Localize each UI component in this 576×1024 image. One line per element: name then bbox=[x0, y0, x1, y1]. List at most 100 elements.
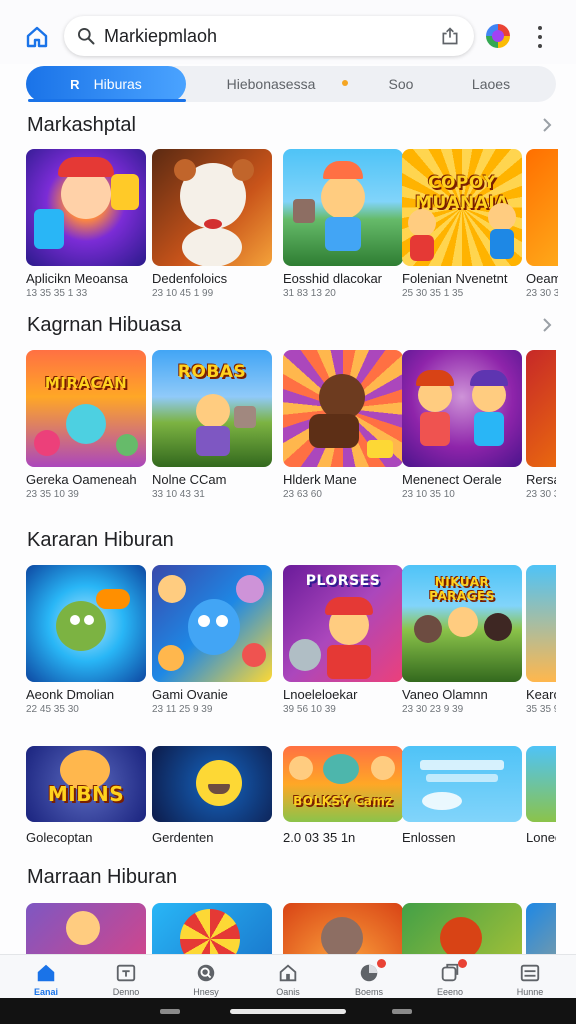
tab-label: Hiebonasessa bbox=[226, 76, 316, 92]
app-card[interactable] bbox=[402, 903, 522, 955]
search-bar[interactable]: Markiepmlaoh bbox=[64, 16, 474, 56]
more-options-button[interactable] bbox=[530, 24, 550, 50]
app-name: Gereka Oameneah bbox=[26, 472, 137, 487]
app-thumbnail bbox=[152, 565, 272, 682]
app-thumbnail bbox=[526, 746, 556, 822]
app-meta: 39 56 10 39 bbox=[283, 704, 336, 715]
app-card[interactable]: Eosshid dlacokar 31 83 13 20 bbox=[283, 149, 403, 299]
share-button[interactable] bbox=[438, 24, 462, 48]
app-card[interactable] bbox=[26, 903, 146, 955]
app-name: Lnoeleloekar bbox=[283, 687, 358, 702]
app-card[interactable]: Rersa 23 30 30 bbox=[526, 350, 556, 500]
home-gesture-pill[interactable] bbox=[230, 1009, 346, 1014]
app-card[interactable]: Hlderk Mane 23 63 60 bbox=[283, 350, 403, 500]
nav-item-menu[interactable]: Hunne bbox=[498, 961, 562, 997]
nav-item-pie[interactable]: Boems bbox=[337, 959, 401, 997]
nav-label: Boems bbox=[354, 987, 383, 997]
app-thumbnail: MIRACAN bbox=[26, 350, 146, 467]
app-thumbnail: MIBNS bbox=[26, 746, 146, 822]
app-card[interactable]: NIKUAR PARAGES Vaneo Olamnn 23 30 23 9 3… bbox=[402, 565, 522, 715]
app-art-title: ROBAS bbox=[177, 362, 247, 382]
home-button[interactable] bbox=[22, 22, 52, 52]
bottom-nav: Eanai Denno Hnesy Oanis Boems Eeeno Hunn… bbox=[0, 954, 576, 1000]
apps-icon bbox=[116, 964, 136, 982]
chevron-right-icon[interactable] bbox=[540, 118, 554, 132]
app-thumbnail bbox=[526, 149, 558, 266]
app-card[interactable]: Loneo bbox=[526, 746, 556, 845]
nav-item-search[interactable]: Hnesy bbox=[174, 961, 238, 997]
nav-item-house[interactable]: Oanis bbox=[256, 961, 320, 997]
app-card[interactable]: MIRACAN Gereka Oameneah 23 35 10 39 bbox=[26, 350, 146, 500]
app-meta: 25 30 35 1 35 bbox=[402, 288, 464, 299]
app-card[interactable]: Gami Ovanie 23 11 25 9 39 bbox=[152, 565, 272, 715]
app-meta: 23 35 10 39 bbox=[26, 489, 79, 500]
search-icon bbox=[197, 964, 215, 982]
app-card[interactable] bbox=[526, 903, 556, 955]
app-art-title: NIKUAR PARAGES bbox=[429, 575, 495, 603]
app-thumbnail bbox=[283, 149, 403, 266]
app-name: Eosshid dlacokar bbox=[283, 271, 382, 286]
app-card[interactable]: Enlossen bbox=[402, 746, 522, 845]
nav-label: Hunne bbox=[516, 987, 544, 997]
chevron-right-icon[interactable] bbox=[540, 318, 554, 332]
account-avatar[interactable] bbox=[486, 24, 510, 48]
app-card[interactable]: Kearo 35 35 9 bbox=[526, 565, 556, 715]
recents-gesture-icon[interactable] bbox=[392, 1009, 412, 1014]
search-input[interactable]: Markiepmlaoh bbox=[104, 26, 438, 47]
tab-laoes[interactable]: Laoes bbox=[456, 66, 526, 102]
app-card[interactable]: Dedenfoloics 23 10 45 1 99 bbox=[152, 149, 272, 299]
nav-label: Oanis bbox=[276, 987, 300, 997]
app-thumbnail: COPOY MUANAIA bbox=[402, 149, 522, 266]
app-name: 2.0 03 35 1n bbox=[283, 830, 356, 845]
app-thumbnail bbox=[283, 350, 403, 467]
app-name: Loneo bbox=[526, 830, 556, 845]
app-thumbnail bbox=[26, 903, 146, 955]
nav-item-bell[interactable]: Eeeno bbox=[418, 959, 482, 997]
app-card[interactable]: MIBNS Golecoptan bbox=[26, 746, 146, 845]
app-thumbnail bbox=[402, 903, 522, 955]
nav-item-apps[interactable]: Denno bbox=[94, 961, 158, 997]
app-card[interactable] bbox=[283, 903, 403, 955]
nav-label: Eanai bbox=[33, 987, 58, 997]
app-thumbnail bbox=[402, 350, 522, 467]
app-meta: 33 10 43 31 bbox=[152, 489, 205, 500]
section-title: Kagrnan Hibuasa bbox=[27, 314, 182, 336]
app-card[interactable]: Gerdenten bbox=[152, 746, 272, 845]
app-row bbox=[26, 903, 576, 955]
app-card[interactable]: PLORSES Lnoeleloekar 39 56 10 39 bbox=[283, 565, 403, 715]
top-bar: Markiepmlaoh bbox=[0, 0, 576, 64]
app-meta: 31 83 13 20 bbox=[283, 288, 336, 299]
tab-hiburas[interactable]: R Hiburas bbox=[26, 66, 186, 102]
app-meta: 23 10 35 10 bbox=[402, 489, 455, 500]
app-name: Rersa bbox=[526, 472, 556, 487]
tab-soo[interactable]: Soo bbox=[366, 66, 436, 102]
app-name: Enlossen bbox=[402, 830, 456, 845]
app-name: Aplicikn Meoansa bbox=[26, 271, 128, 286]
app-card[interactable]: Aeonk Dmolian 22 45 35 30 bbox=[26, 565, 146, 715]
notification-badge bbox=[458, 959, 467, 968]
app-card[interactable]: COPOY MUANAIA Folenian Nvenetnt 25 30 35… bbox=[402, 149, 522, 299]
system-nav-bar bbox=[0, 998, 576, 1024]
app-thumbnail: NIKUAR PARAGES bbox=[402, 565, 522, 682]
app-thumbnail bbox=[152, 746, 272, 822]
app-art-title: MIRACAN bbox=[44, 374, 128, 392]
app-thumbnail: PLORSES bbox=[283, 565, 403, 682]
back-gesture-icon[interactable] bbox=[160, 1009, 180, 1014]
app-card[interactable]: Menenect Oerale 23 10 35 10 bbox=[402, 350, 522, 500]
app-row: MIRACAN Gereka Oameneah 23 35 10 39 ROBA… bbox=[26, 350, 576, 510]
app-meta: 22 45 35 30 bbox=[26, 704, 79, 715]
app-card[interactable]: BOLKSY Camz 2.0 03 35 1n bbox=[283, 746, 403, 845]
app-card[interactable]: Oeam 23 30 35 bbox=[526, 149, 558, 299]
app-card[interactable] bbox=[152, 903, 272, 955]
app-card[interactable]: ROBAS Nolne CCam 33 10 43 31 bbox=[152, 350, 272, 500]
app-thumbnail bbox=[402, 746, 522, 822]
app-name: Vaneo Olamnn bbox=[402, 687, 488, 702]
home-icon bbox=[37, 964, 55, 982]
app-card[interactable]: Aplicikn Meoansa 13 35 35 1 33 bbox=[26, 149, 146, 299]
nav-label: Eeeno bbox=[436, 987, 464, 997]
section-title: Markashptal bbox=[27, 114, 136, 136]
search-icon bbox=[78, 28, 95, 45]
tab-hiebonasessa[interactable]: Hiebonasessa bbox=[196, 66, 346, 102]
more-dot-icon bbox=[538, 34, 542, 39]
nav-item-home[interactable]: Eanai bbox=[14, 961, 78, 997]
